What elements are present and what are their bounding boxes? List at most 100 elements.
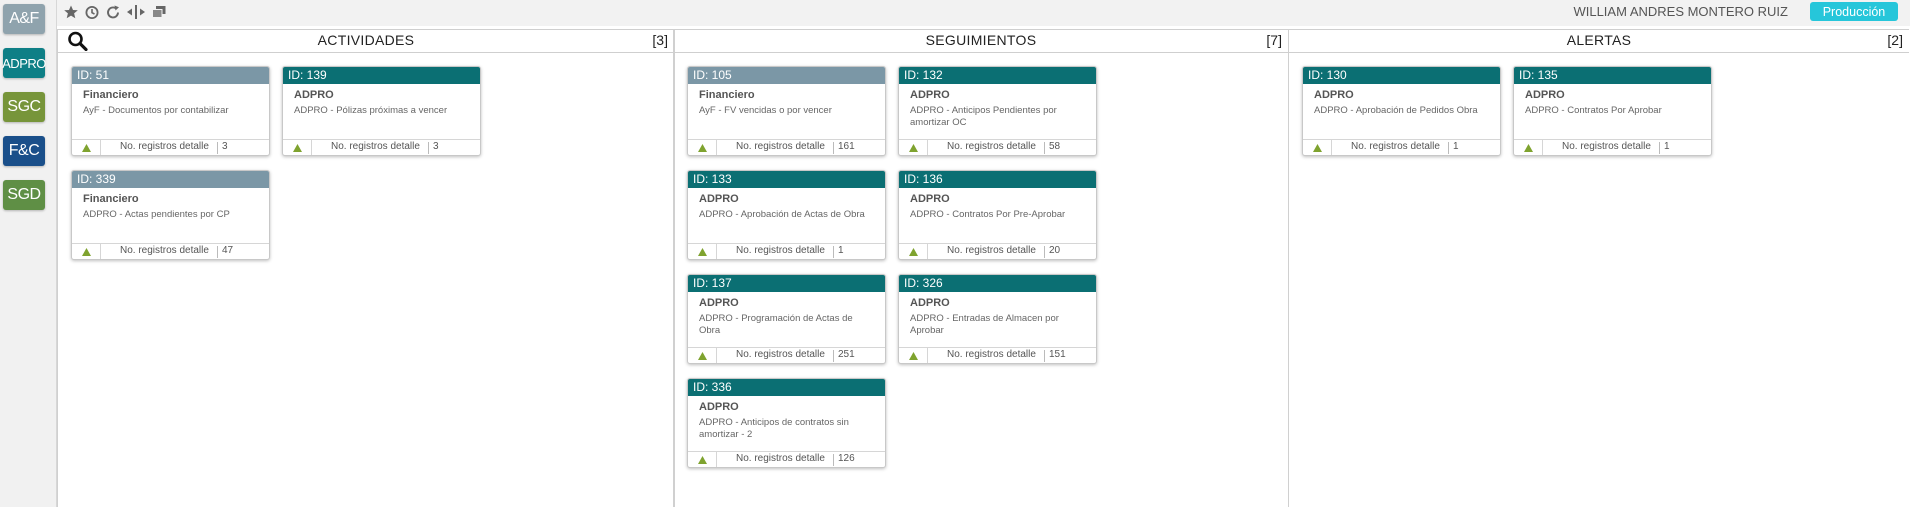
column-header: SEGUIMIENTOS [7]: [674, 29, 1288, 53]
expand-button[interactable]: [688, 244, 717, 259]
expand-button[interactable]: [283, 140, 312, 155]
split-columns-icon[interactable]: [126, 4, 146, 20]
footer-divider: [1044, 246, 1045, 258]
card-category: Financiero: [83, 89, 139, 101]
indicator-card[interactable]: ID: 135 ADPRO ADPRO - Contratos Por Aproba…: [1513, 66, 1712, 156]
triangle-up-icon: [697, 247, 707, 256]
detail-records-count: 3: [433, 141, 439, 152]
detail-records-count: 47: [222, 245, 234, 256]
card-description: ADPRO - Anticipos de contratos sin amort…: [699, 417, 849, 440]
expand-button[interactable]: [688, 140, 717, 155]
app-button-label: ADPRO: [2, 55, 46, 71]
environment-button[interactable]: Producción: [1810, 2, 1898, 21]
triangle-up-icon: [697, 143, 707, 152]
triangle-up-icon: [81, 143, 91, 152]
card-description: ADPRO - Actas pendientes por CP: [83, 209, 230, 220]
card-footer: No. registros detalle 1: [1514, 139, 1711, 155]
star-icon[interactable]: [63, 4, 79, 20]
footer-divider: [1448, 142, 1449, 154]
card-description: ADPRO - Contratos Por Aprobar: [1525, 105, 1662, 116]
detail-records-count: 1: [1664, 141, 1670, 152]
triangle-up-icon: [908, 143, 918, 152]
card-footer: No. registros detalle 1: [688, 243, 885, 259]
card-category: ADPRO: [699, 193, 739, 205]
history-icon[interactable]: [84, 4, 100, 20]
app-button-sgc[interactable]: SGC: [3, 92, 45, 122]
indicator-card[interactable]: ID: 139 ADPRO ADPRO - Pólizas próximas a v…: [282, 66, 481, 156]
card-footer: No. registros detalle 151: [899, 347, 1096, 363]
column-title: SEGUIMIENTOS: [925, 32, 1037, 48]
indicator-card[interactable]: ID: 51 Financiero AyF - Documentos por con…: [71, 66, 270, 156]
card-category: Financiero: [83, 193, 139, 205]
card-category: ADPRO: [910, 193, 950, 205]
expand-button[interactable]: [1303, 140, 1332, 155]
top-bar: WILLIAM ANDRES MONTERO RUIZ Producción: [57, 0, 1910, 26]
detail-records-label: No. registros detalle: [947, 349, 1036, 360]
card-footer: No. registros detalle 251: [688, 347, 885, 363]
app-button-fc[interactable]: F&C: [3, 136, 45, 166]
card-category: Financiero: [699, 89, 755, 101]
indicator-card[interactable]: ID: 132 ADPRO ADPRO - Anticipos Pendientes…: [898, 66, 1097, 156]
footer-divider: [833, 142, 834, 154]
column-title: ACTIVIDADES: [317, 32, 415, 48]
expand-button[interactable]: [899, 244, 928, 259]
triangle-up-icon: [292, 143, 302, 152]
card-footer: No. registros detalle 161: [688, 139, 885, 155]
detail-records-label: No. registros detalle: [736, 453, 825, 464]
triangle-up-icon: [1312, 143, 1322, 152]
detail-records-label: No. registros detalle: [120, 141, 209, 152]
card-footer: No. registros detalle 20: [899, 243, 1096, 259]
detail-records-count: 251: [838, 349, 855, 360]
card-id: ID: 135: [1514, 67, 1711, 84]
indicator-card[interactable]: ID: 133 ADPRO ADPRO - Aprobación de Actas …: [687, 170, 886, 260]
triangle-up-icon: [1523, 143, 1533, 152]
expand-button[interactable]: [899, 348, 928, 363]
detail-records-label: No. registros detalle: [736, 349, 825, 360]
footer-divider: [217, 142, 218, 154]
app-button-adpro[interactable]: ADPRO: [2, 48, 46, 78]
column-count: [2]: [1887, 32, 1903, 48]
indicator-card[interactable]: ID: 136 ADPRO ADPRO - Contratos Por Pre-Ap…: [898, 170, 1097, 260]
card-footer: No. registros detalle 1: [1303, 139, 1500, 155]
detail-records-count: 126: [838, 453, 855, 464]
column-title: ALERTAS: [1566, 32, 1632, 48]
card-id: ID: 132: [899, 67, 1096, 84]
expand-button[interactable]: [688, 348, 717, 363]
column-header: ALERTAS [2]: [1289, 29, 1909, 53]
card-description: ADPRO - Anticipos Pendientes por amortiz…: [910, 105, 1057, 128]
detail-records-count: 161: [838, 141, 855, 152]
expand-button[interactable]: [899, 140, 928, 155]
app-rail: A&F ADPRO SGC F&C SGD: [0, 0, 57, 507]
card-id: ID: 105: [688, 67, 885, 84]
app-button-af[interactable]: A&F: [3, 4, 45, 34]
card-footer: No. registros detalle 58: [899, 139, 1096, 155]
expand-button[interactable]: [72, 140, 101, 155]
detail-records-label: No. registros detalle: [736, 245, 825, 256]
detail-records-count: 3: [222, 141, 228, 152]
indicator-card[interactable]: ID: 130 ADPRO ADPRO - Aprobación de Pedido…: [1302, 66, 1501, 156]
card-category: ADPRO: [910, 297, 950, 309]
card-id: ID: 136: [899, 171, 1096, 188]
footer-divider: [1659, 142, 1660, 154]
card-description: AyF - FV vencidas o por vencer: [699, 105, 832, 116]
triangle-up-icon: [908, 247, 918, 256]
app-button-sgd[interactable]: SGD: [3, 180, 45, 210]
refresh-icon[interactable]: [105, 4, 121, 20]
expand-button[interactable]: [72, 244, 101, 259]
card-category: ADPRO: [294, 89, 334, 101]
card-category: ADPRO: [1314, 89, 1354, 101]
indicator-card[interactable]: ID: 336 ADPRO ADPRO - Anticipos de contrat…: [687, 378, 886, 468]
indicator-card[interactable]: ID: 137 ADPRO ADPRO - Programación de Acta…: [687, 274, 886, 364]
expand-button[interactable]: [688, 452, 717, 467]
app-button-label: SGC: [7, 98, 41, 115]
indicator-card[interactable]: ID: 326 ADPRO ADPRO - Entradas de Almacen …: [898, 274, 1097, 364]
card-id: ID: 130: [1303, 67, 1500, 84]
indicator-card[interactable]: ID: 105 Financiero AyF - FV vencidas o por…: [687, 66, 886, 156]
detail-records-count: 1: [1453, 141, 1459, 152]
indicator-card[interactable]: ID: 339 Financiero ADPRO - Actas pendiente…: [71, 170, 270, 260]
expand-button[interactable]: [1514, 140, 1543, 155]
footer-divider: [1044, 350, 1045, 362]
card-id: ID: 139: [283, 67, 480, 84]
windows-icon[interactable]: [151, 4, 167, 20]
card-id: ID: 336: [688, 379, 885, 396]
